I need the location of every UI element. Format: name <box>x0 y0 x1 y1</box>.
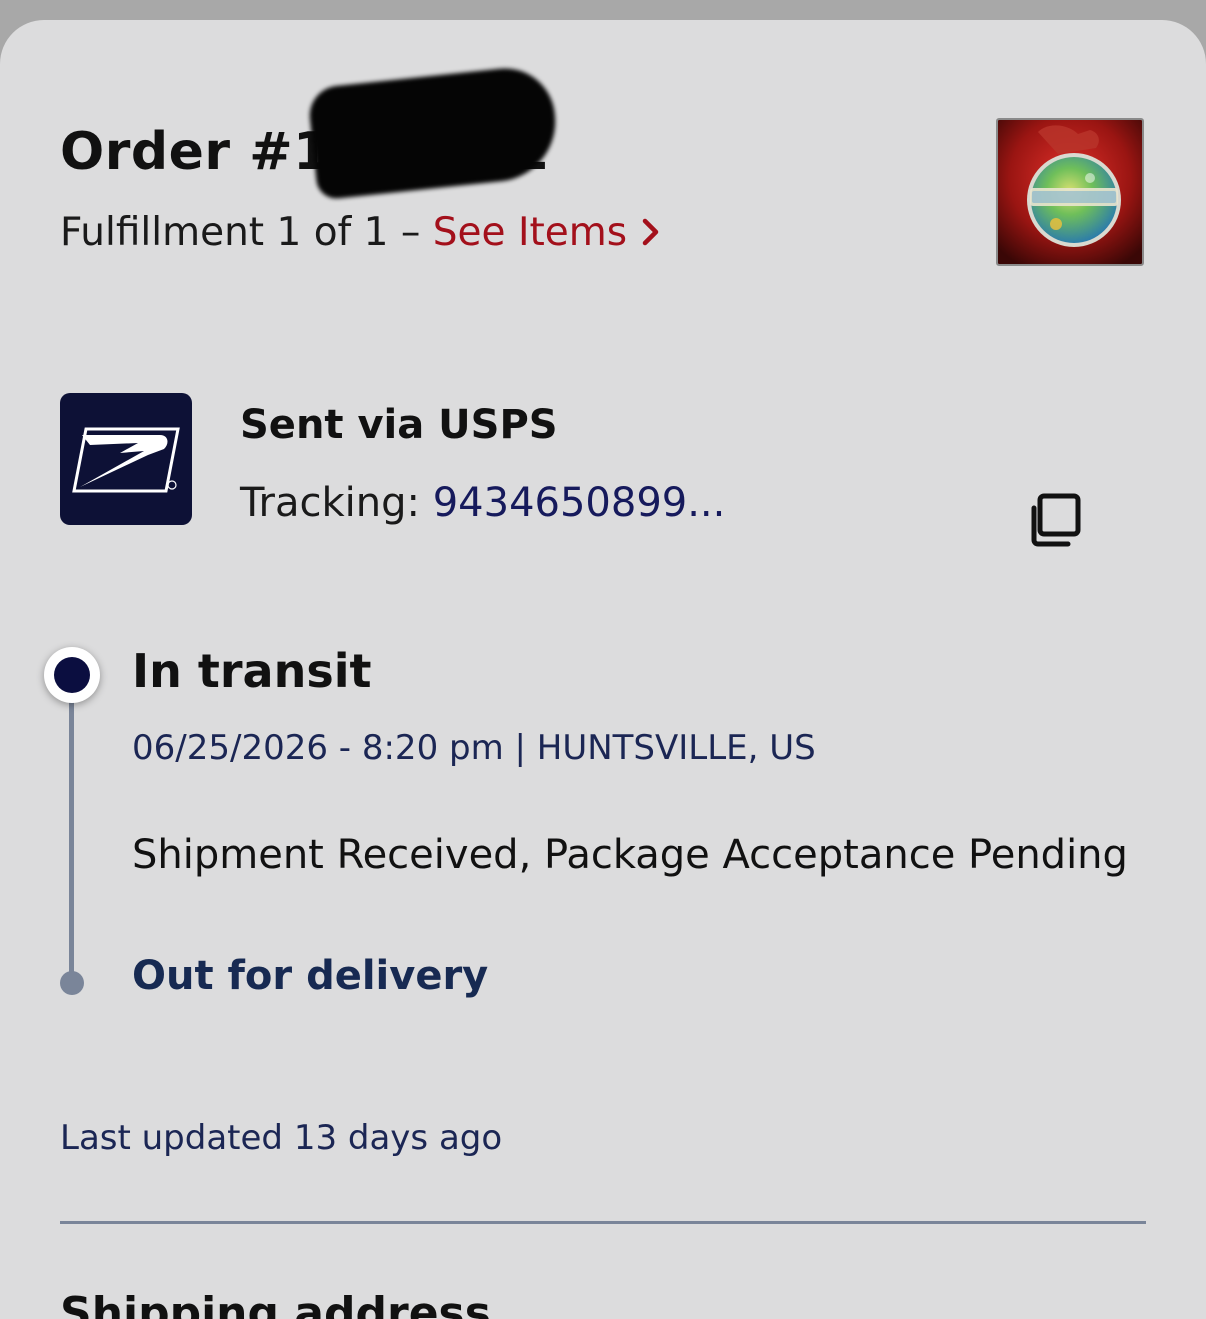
current-status-description: Shipment Received, Package Acceptance Pe… <box>132 832 1128 878</box>
product-thumbnail[interactable] <box>996 118 1144 266</box>
timeline-track <box>69 682 74 982</box>
timeline-current-dot-icon <box>44 647 100 703</box>
see-items-label: See Items <box>432 210 628 255</box>
order-tracking-sheet: Order #1377632 Fulfillment 1 of 1 – See … <box>0 20 1206 1319</box>
timeline-next-dot-icon <box>60 971 84 995</box>
last-updated-text: Last updated 13 days ago <box>60 1118 503 1158</box>
fulfillment-line: Fulfillment 1 of 1 – See Items <box>60 210 661 257</box>
usps-logo-icon <box>60 393 192 525</box>
section-divider <box>60 1221 1146 1224</box>
chevron-right-icon <box>641 212 661 257</box>
next-status-title: Out for delivery <box>132 953 489 999</box>
tracking-number[interactable]: 9434650899... <box>433 480 726 526</box>
carrier-name: Sent via USPS <box>240 402 558 448</box>
tracking-line: Tracking: 9434650899... <box>240 480 725 526</box>
copy-icon[interactable] <box>1030 492 1082 548</box>
see-items-link[interactable]: See Items <box>433 210 661 255</box>
current-status-meta: 06/25/2026 - 8:20 pm | HUNTSVILLE, US <box>132 728 816 768</box>
tracking-label: Tracking: <box>240 480 433 526</box>
shipping-address-heading: Shipping address <box>60 1288 491 1319</box>
product-image <box>998 120 1142 264</box>
fulfillment-count: Fulfillment 1 of 1 – <box>60 210 433 255</box>
current-status-title: In transit <box>132 644 372 698</box>
